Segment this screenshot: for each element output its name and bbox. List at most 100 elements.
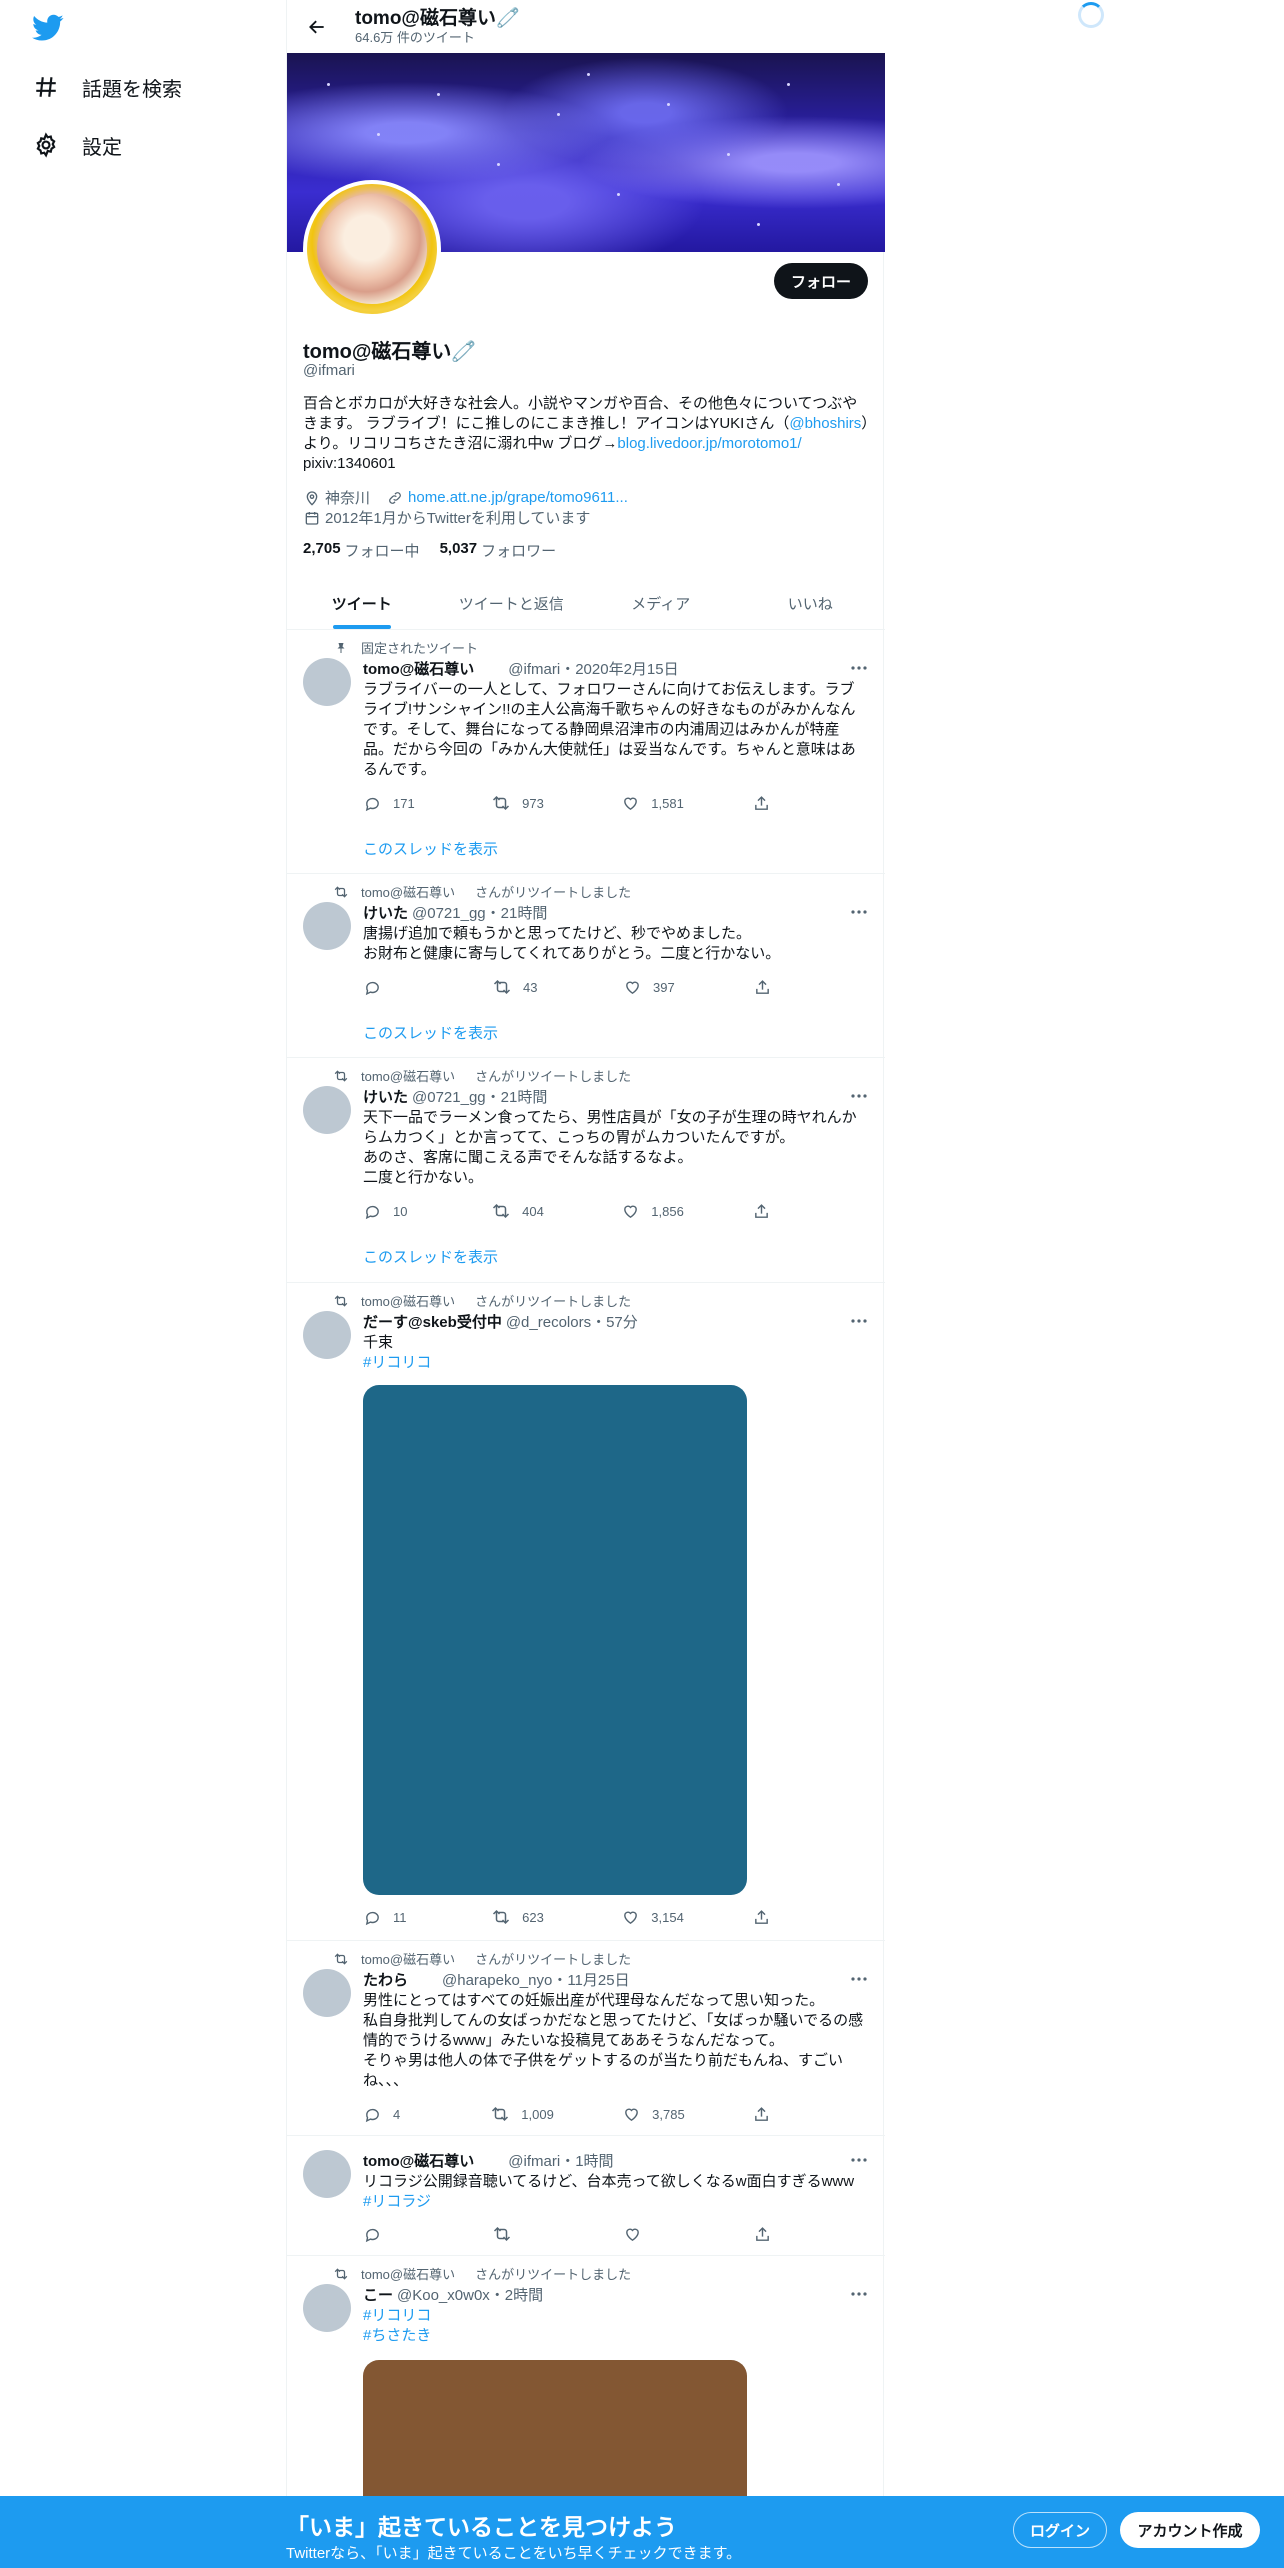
following-count[interactable]: 2,705 [303,540,341,561]
share-button[interactable] [753,1908,783,1926]
hashtag-link[interactable]: #リコリコ [363,2306,869,2326]
tweet-item[interactable]: tomo@磁石尊い さんがリツイートしました けいた @0721_gg ・21時… [287,1058,885,1283]
tweet-time[interactable]: ・1時間 [560,2150,613,2171]
tab-media[interactable]: メディア [586,577,736,629]
retweeter-name[interactable]: tomo@磁石尊い [361,2264,455,2283]
tweet-time[interactable]: ・21時間 [486,902,548,923]
hashtag-link[interactable]: #リコラジ [363,2192,869,2212]
tweet-author-handle[interactable]: @0721_gg [412,1089,486,1106]
tweet-author-handle[interactable]: @ifmari [508,661,560,678]
share-button[interactable] [753,794,783,812]
show-thread-link[interactable]: このスレッドを表示 [363,838,498,859]
reply-button[interactable]: 171 [363,794,423,812]
retweet-button[interactable]: 973 [492,794,552,812]
tweet-author-name[interactable]: けいた [363,902,408,923]
followers-count[interactable]: 5,037 [440,540,478,561]
followers-label[interactable]: フォロワー [481,540,556,561]
more-options-icon[interactable] [849,1969,869,1989]
tweet-author-name[interactable]: けいた [363,1086,408,1107]
like-button[interactable]: 1,581 [621,794,684,812]
retweeter-name[interactable]: tomo@磁石尊い [361,882,455,901]
avatar[interactable] [303,902,351,950]
share-button[interactable] [753,1202,783,1220]
tweet-author-name[interactable]: tomo@磁石尊い [363,658,474,679]
tweet-author-handle[interactable]: @0721_gg [412,905,486,922]
retweet-button[interactable]: 623 [492,1908,552,1926]
retweet-button[interactable]: 43 [493,978,553,996]
tweet-item[interactable]: tomo@磁石尊い @ifmari ・1時間 リコラジ公開録音聴いてるけど、台本… [287,2136,885,2256]
avatar[interactable] [303,2284,351,2332]
more-options-icon[interactable] [849,1086,869,1106]
retweeter-name[interactable]: tomo@磁石尊い [361,1066,455,1085]
tweet-author-name[interactable]: こー [363,2284,393,2305]
avatar[interactable] [303,658,351,706]
tab-tweets-replies[interactable]: ツイートと返信 [437,577,587,629]
tweet-author-name[interactable]: だーす@skeb受付中 [363,1311,502,1332]
tweet-author-handle[interactable]: @d_recolors [506,1314,591,1331]
tweet-author-handle[interactable]: @ifmari [508,2153,560,2170]
like-button[interactable] [623,2225,683,2243]
share-button[interactable] [753,978,783,996]
tab-tweets[interactable]: ツイート [287,577,437,629]
back-arrow-icon[interactable] [299,9,335,45]
tweet-author-name[interactable]: tomo@磁石尊い [363,2150,474,2171]
reply-button[interactable] [363,2225,423,2243]
show-thread-link[interactable]: このスレッドを表示 [363,1022,498,1043]
profile-url-link[interactable]: home.att.ne.jp/grape/tomo9611... [408,489,628,506]
tab-likes[interactable]: いいね [736,577,886,629]
more-options-icon[interactable] [849,902,869,922]
share-button[interactable] [753,2225,783,2243]
reply-button[interactable]: 4 [363,2105,423,2123]
bio-mention-link[interactable]: @bhoshirs [789,415,861,432]
reply-button[interactable] [363,978,423,996]
more-options-icon[interactable] [849,2150,869,2170]
retweeter-name[interactable]: tomo@磁石尊い [361,1291,455,1310]
bio-blog-link[interactable]: blog.livedoor.jp/morotomo1/ [617,435,801,452]
tweet-item[interactable]: tomo@磁石尊い さんがリツイートしました けいた @0721_gg ・21時… [287,874,885,1058]
show-thread-link[interactable]: このスレッドを表示 [363,1246,498,1267]
retweet-button[interactable]: 404 [492,1202,552,1220]
more-options-icon[interactable] [849,1311,869,1331]
more-options-icon[interactable] [849,658,869,678]
avatar[interactable] [303,1311,351,1359]
hashtag-link[interactable]: #ちさたき [363,2326,869,2346]
avatar[interactable] [303,1086,351,1134]
avatar[interactable] [303,1969,351,2017]
nav-settings[interactable]: 設定 [32,121,122,169]
tweet-author-handle[interactable]: @Koo_x0w0x [397,2287,490,2304]
more-options-icon[interactable] [849,2284,869,2304]
reply-button[interactable]: 11 [363,1908,423,1926]
reply-count: 4 [393,2106,401,2122]
retweet-button[interactable]: 1,009 [491,2105,554,2123]
follow-button[interactable]: フォロー [774,263,868,299]
profile-avatar[interactable] [303,180,441,318]
like-button[interactable]: 3,785 [622,2105,685,2123]
retweet-button[interactable] [493,2225,553,2243]
profile-meta-joined: 2012年1月からTwitterを利用しています [303,507,590,528]
retweeter-name[interactable]: tomo@磁石尊い [361,1949,455,1968]
tweet-item[interactable]: 固定されたツイート tomo@磁石尊い @ifmari ・2020年2月15日 … [287,630,885,874]
like-button[interactable]: 1,856 [621,1202,684,1220]
hashtag-link[interactable]: #リコリコ [363,1353,869,1373]
tweet-author-name[interactable]: たわら [363,1969,408,1990]
tweet-media-image[interactable] [363,1385,747,1895]
tweet-time[interactable]: ・2時間 [490,2284,543,2305]
share-button[interactable] [753,2105,783,2123]
following-label[interactable]: フォロー中 [345,540,420,561]
reply-button[interactable]: 10 [363,1202,423,1220]
twitter-logo-icon[interactable] [32,14,64,42]
tweet-time[interactable]: ・21時間 [486,1086,548,1107]
tweet-header: たわら @harapeko_nyo ・11月25日 [363,1969,630,1990]
nav-explore[interactable]: 話題を検索 [32,63,182,111]
tweet-item[interactable]: tomo@磁石尊い さんがリツイートしました だーす@skeb受付中 @d_re… [287,1283,885,1941]
like-button[interactable]: 397 [623,978,683,996]
login-button[interactable]: ログイン [1013,2512,1107,2548]
tweet-time[interactable]: ・2020年2月15日 [560,658,678,679]
tweet-item[interactable]: tomo@磁石尊い さんがリツイートしました たわら @harapeko_nyo… [287,1941,885,2136]
tweet-time[interactable]: ・11月25日 [552,1969,629,1990]
tweet-author-handle[interactable]: @harapeko_nyo [442,1972,552,1989]
tweet-time[interactable]: ・57分 [591,1311,638,1332]
like-button[interactable]: 3,154 [621,1908,684,1926]
create-account-button[interactable]: アカウント作成 [1120,2512,1260,2548]
avatar[interactable] [303,2150,351,2198]
